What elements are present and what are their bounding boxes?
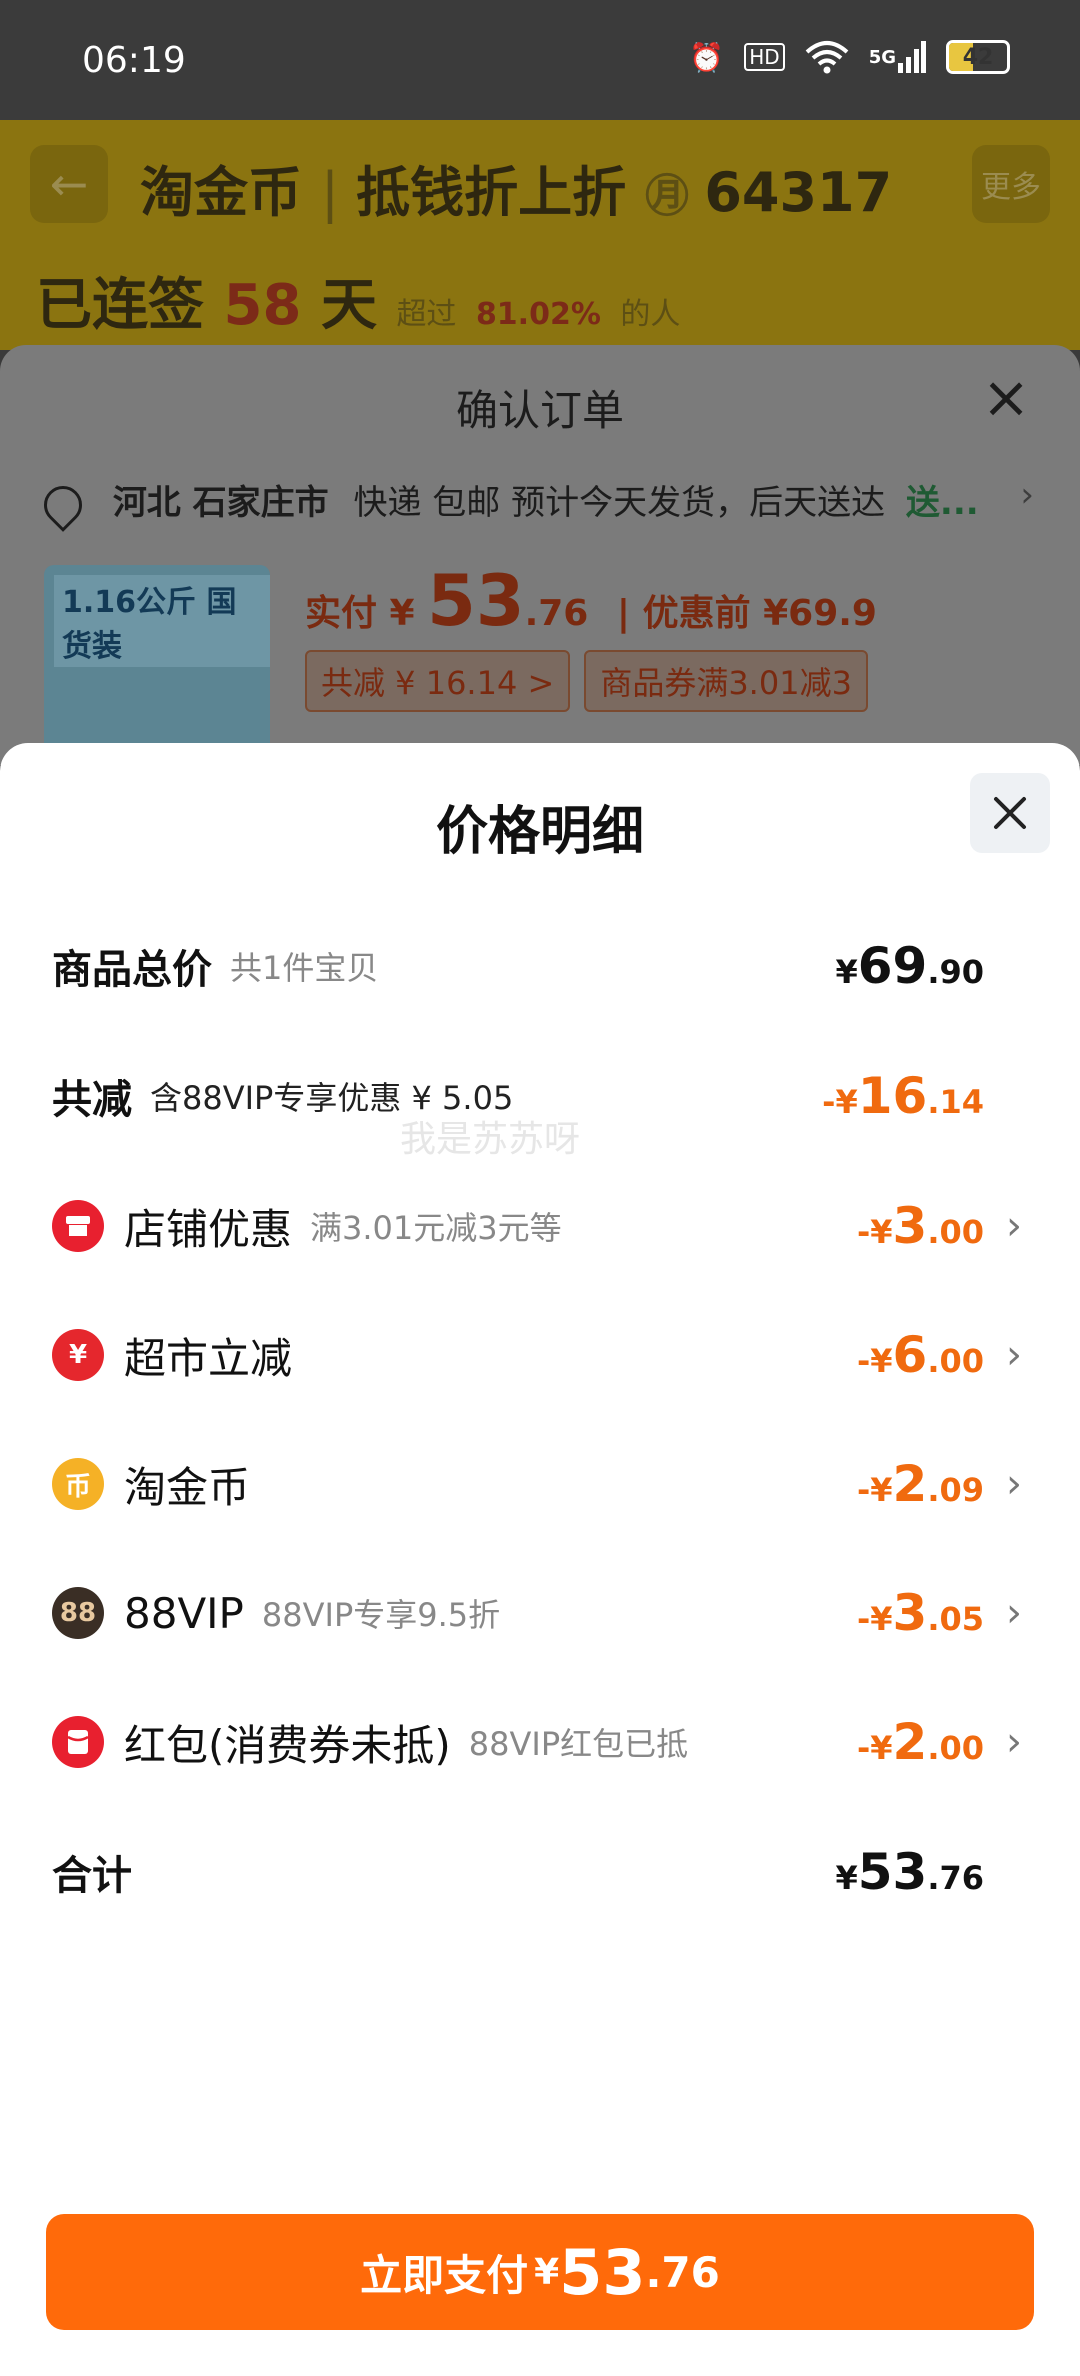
discount-row-supermarket[interactable]: ¥ 超市立减 -¥6.00 › xyxy=(52,1315,1042,1395)
total-reduce-amount: -¥16.14 xyxy=(822,1067,984,1125)
location-pin-icon xyxy=(36,477,90,532)
order-close-button[interactable]: × xyxy=(976,367,1036,427)
discount-tags: 共减 ¥ 16.14 > 商品券满3.01减3 xyxy=(305,650,868,712)
sum-label: 合计 xyxy=(52,1853,132,1899)
back-arrow-icon: ← xyxy=(49,157,89,211)
pay-button-currency: ¥ xyxy=(534,2251,560,2293)
status-icons: ⏰ HD 5G 42 xyxy=(689,40,1010,74)
pay-label: 实付 ¥ xyxy=(305,593,415,634)
address-row[interactable]: 河北 石家庄市 快递 包邮 预计今天发货，后天送达 送... › xyxy=(36,475,1044,532)
sum-amount: ¥53.76 xyxy=(835,1843,984,1901)
product-badge: 1.16公斤 国货装 xyxy=(54,575,270,667)
more-label: 更多 xyxy=(981,170,1041,205)
red-packet-icon xyxy=(52,1716,104,1768)
status-time: 06:19 xyxy=(82,40,186,81)
bg-title-divider: | xyxy=(320,161,357,224)
coin-icon: ㊊ xyxy=(644,171,705,222)
vip-88-icon: 88 xyxy=(52,1587,104,1639)
pay-button-label: 立即支付 xyxy=(360,2250,529,2300)
coin-icon: 币 xyxy=(52,1458,104,1510)
sum-row: 合计 ¥53.76 xyxy=(52,1832,1042,1912)
sign-prefix: 已连签 xyxy=(36,273,204,338)
close-icon xyxy=(994,797,1026,829)
battery-icon: 42 xyxy=(946,40,1010,74)
discount-amount: -¥6.00 xyxy=(856,1326,984,1384)
discount-amount: -¥2.00 xyxy=(856,1713,984,1771)
discount-sub: 88VIP红包已抵 xyxy=(468,1725,689,1763)
delivery-highlight: 送... xyxy=(905,483,979,523)
pay-dec: .76 xyxy=(524,593,589,634)
pay-now-button[interactable]: 立即支付 ¥ 53 .76 xyxy=(46,2214,1034,2330)
chevron-right-icon: › xyxy=(1006,1203,1022,1249)
coin-balance: 64317 xyxy=(704,161,893,224)
store-icon xyxy=(52,1200,104,1252)
goods-total-amount: ¥69.90 xyxy=(835,937,984,995)
discount-row-taojinbi[interactable]: 币 淘金币 -¥2.09 › xyxy=(52,1444,1042,1524)
saving-tag[interactable]: 共减 ¥ 16.14 > xyxy=(305,650,571,712)
discount-amount: -¥2.09 xyxy=(856,1455,984,1513)
before-price: | 优惠前 ¥69.9 xyxy=(616,593,877,634)
delivery-info: 快递 包邮 预计今天发货，后天送达 xyxy=(353,483,886,523)
pay-button-dec: .76 xyxy=(645,2247,720,2297)
pay-summary: 实付 ¥ 53.76 | 优惠前 ¥69.9 xyxy=(305,560,877,642)
chevron-right-icon: › xyxy=(1020,475,1034,515)
discount-label: 88VIP xyxy=(124,1588,244,1638)
discount-label: 淘金币 xyxy=(124,1462,251,1512)
hd-icon: HD xyxy=(744,43,785,71)
battery-level: 42 xyxy=(962,44,994,70)
order-title: 确认订单 xyxy=(455,386,624,435)
discount-label: 红包(消费券未抵) xyxy=(124,1720,451,1770)
bg-title-main: 淘金币 xyxy=(140,161,302,224)
status-bar: 06:19 ⏰ HD 5G 42 xyxy=(0,0,1080,120)
vip-saving-note: 含88VIP专享优惠 ¥ 5.05 xyxy=(150,1079,514,1117)
discount-row-red-packet[interactable]: 红包(消费券未抵) 88VIP红包已抵 -¥2.00 › xyxy=(52,1702,1042,1782)
discount-amount: -¥3.05 xyxy=(856,1584,984,1642)
sign-days: 58 xyxy=(223,273,302,338)
discount-row-88vip[interactable]: 88 88VIP 88VIP专享9.5折 -¥3.05 › xyxy=(52,1573,1042,1653)
sign-desc-suffix: 的人 xyxy=(620,297,681,332)
total-reduce-row: 共减 含88VIP专享优惠 ¥ 5.05 -¥16.14 xyxy=(52,1056,1042,1136)
sign-in-streak: 已连签 58 天 超过 81.02% 的人 xyxy=(36,260,680,341)
discount-sub: 满3.01元减3元等 xyxy=(310,1209,562,1247)
pay-button-int: 53 xyxy=(559,2235,646,2309)
background-title: 淘金币 | 抵钱折上折 ㊊ 64317 xyxy=(140,148,892,227)
total-reduce-label: 共减 xyxy=(52,1077,132,1123)
chevron-right-icon: › xyxy=(1006,1590,1022,1636)
goods-total-row: 商品总价 共1件宝贝 ¥69.90 xyxy=(52,926,1042,1006)
sign-unit: 天 xyxy=(320,273,377,338)
confirm-order-sheet: 确认订单 × 河北 石家庄市 快递 包邮 预计今天发货，后天送达 送... › … xyxy=(0,345,1080,795)
pay-int: 53 xyxy=(427,560,525,642)
back-button[interactable]: ← xyxy=(30,145,108,223)
address-city: 河北 石家庄市 xyxy=(112,483,329,523)
more-button[interactable]: 更多 xyxy=(972,145,1050,223)
discount-sub: 88VIP专享9.5折 xyxy=(261,1596,501,1634)
yuan-refresh-icon: ¥ xyxy=(52,1329,104,1381)
sign-percent: 81.02% xyxy=(475,297,601,332)
discount-row-store[interactable]: 店铺优惠 满3.01元减3元等 -¥3.00 › xyxy=(52,1186,1042,1266)
background-app-header: ← 淘金币 | 抵钱折上折 ㊊ 64317 更多 已连签 58 天 超过 81.… xyxy=(0,120,1080,350)
coupon-tag: 商品券满3.01减3 xyxy=(584,650,868,712)
bg-title-sub: 抵钱折上折 xyxy=(356,161,627,224)
detail-title: 价格明细 xyxy=(435,802,644,862)
detail-close-button[interactable] xyxy=(970,773,1050,853)
signal-5g-icon: 5G xyxy=(869,41,926,73)
chevron-right-icon: › xyxy=(1006,1332,1022,1378)
price-detail-sheet: 价格明细 我是苏苏呀 商品总价 共1件宝贝 ¥69.90 共减 含88VIP专享… xyxy=(0,743,1080,2376)
discount-label: 超市立减 xyxy=(124,1333,293,1383)
chevron-right-icon: › xyxy=(1006,1719,1022,1765)
discount-amount: -¥3.00 xyxy=(856,1197,984,1255)
goods-count: 共1件宝贝 xyxy=(230,949,379,987)
goods-total-label: 商品总价 xyxy=(52,947,212,993)
alarm-icon: ⏰ xyxy=(689,40,725,74)
chevron-right-icon: › xyxy=(1006,1461,1022,1507)
wifi-icon xyxy=(805,40,849,74)
sign-desc-prefix: 超过 xyxy=(396,297,457,332)
discount-label: 店铺优惠 xyxy=(124,1204,293,1254)
